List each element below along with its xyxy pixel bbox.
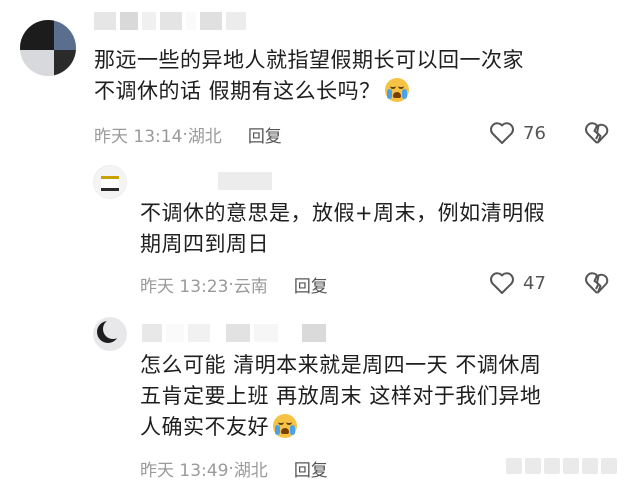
comment-meta: 昨天 13:23 · 云南 回复 [140,272,328,298]
region: 湖北 [233,461,268,481]
avatar[interactable] [93,165,127,199]
comment-line: 五肯定要上班 再放周末 这样对于我们异地 [140,384,542,408]
comment-text: 那远一些的异地人就指望假期长可以回一次家 不调休的话 假期有这么长吗？ [94,45,614,107]
dislike-button[interactable] [584,271,610,299]
comment-text: 怎么可能 清明本来就是周四一天 不调休周 五肯定要上班 再放周末 这样对于我们异… [140,350,610,443]
broken-heart-icon [585,272,609,294]
broken-heart-icon [585,122,609,144]
comment-line: 不调休的话 假期有这么长吗？ [94,76,614,107]
timestamp: 昨天 13:14 [94,127,183,147]
reply-button[interactable]: 回复 [294,456,328,481]
username-blurred[interactable] [218,172,272,190]
region: 湖北 [187,127,222,147]
like-button[interactable]: 76 [489,121,546,145]
watermark-blurred [506,458,617,474]
like-count: 47 [523,272,546,294]
region: 云南 [233,277,268,297]
crying-face-emoji [384,78,409,102]
dislike-button[interactable] [584,121,610,149]
comment-text: 不调休的意思是，放假+周末，例如清明假 期周四到周日 [140,198,610,260]
reply-button[interactable]: 回复 [248,122,282,147]
comment-meta: 昨天 13:14 · 湖北 回复 [94,122,282,148]
avatar[interactable] [93,317,127,351]
heart-outline-icon [490,272,514,294]
timestamp: 昨天 13:49 [140,461,229,481]
avatar[interactable] [20,20,76,76]
comment-line: 期周四到周日 [140,232,269,256]
like-button[interactable]: 47 [489,271,546,295]
crying-face-emoji [273,414,297,438]
comment-line: 不调休的意思是，放假+周末，例如清明假 [140,201,546,225]
reply-button[interactable]: 回复 [294,272,328,297]
comment-line: 那远一些的异地人就指望假期长可以回一次家 [94,48,524,72]
comment-line: 怎么可能 清明本来就是周四一天 不调休周 [140,353,542,377]
timestamp: 昨天 13:23 [140,277,229,297]
like-count: 76 [523,122,546,144]
comment-thread: 那远一些的异地人就指望假期长可以回一次家 不调休的话 假期有这么长吗？ 昨天 1… [0,0,633,494]
username-blurred[interactable] [94,12,246,30]
username-blurred[interactable] [142,324,326,342]
heart-outline-icon [490,122,514,144]
comment-meta: 昨天 13:49 · 湖北 回复 [140,456,328,482]
comment-line: 人确实不友好 [140,412,610,443]
